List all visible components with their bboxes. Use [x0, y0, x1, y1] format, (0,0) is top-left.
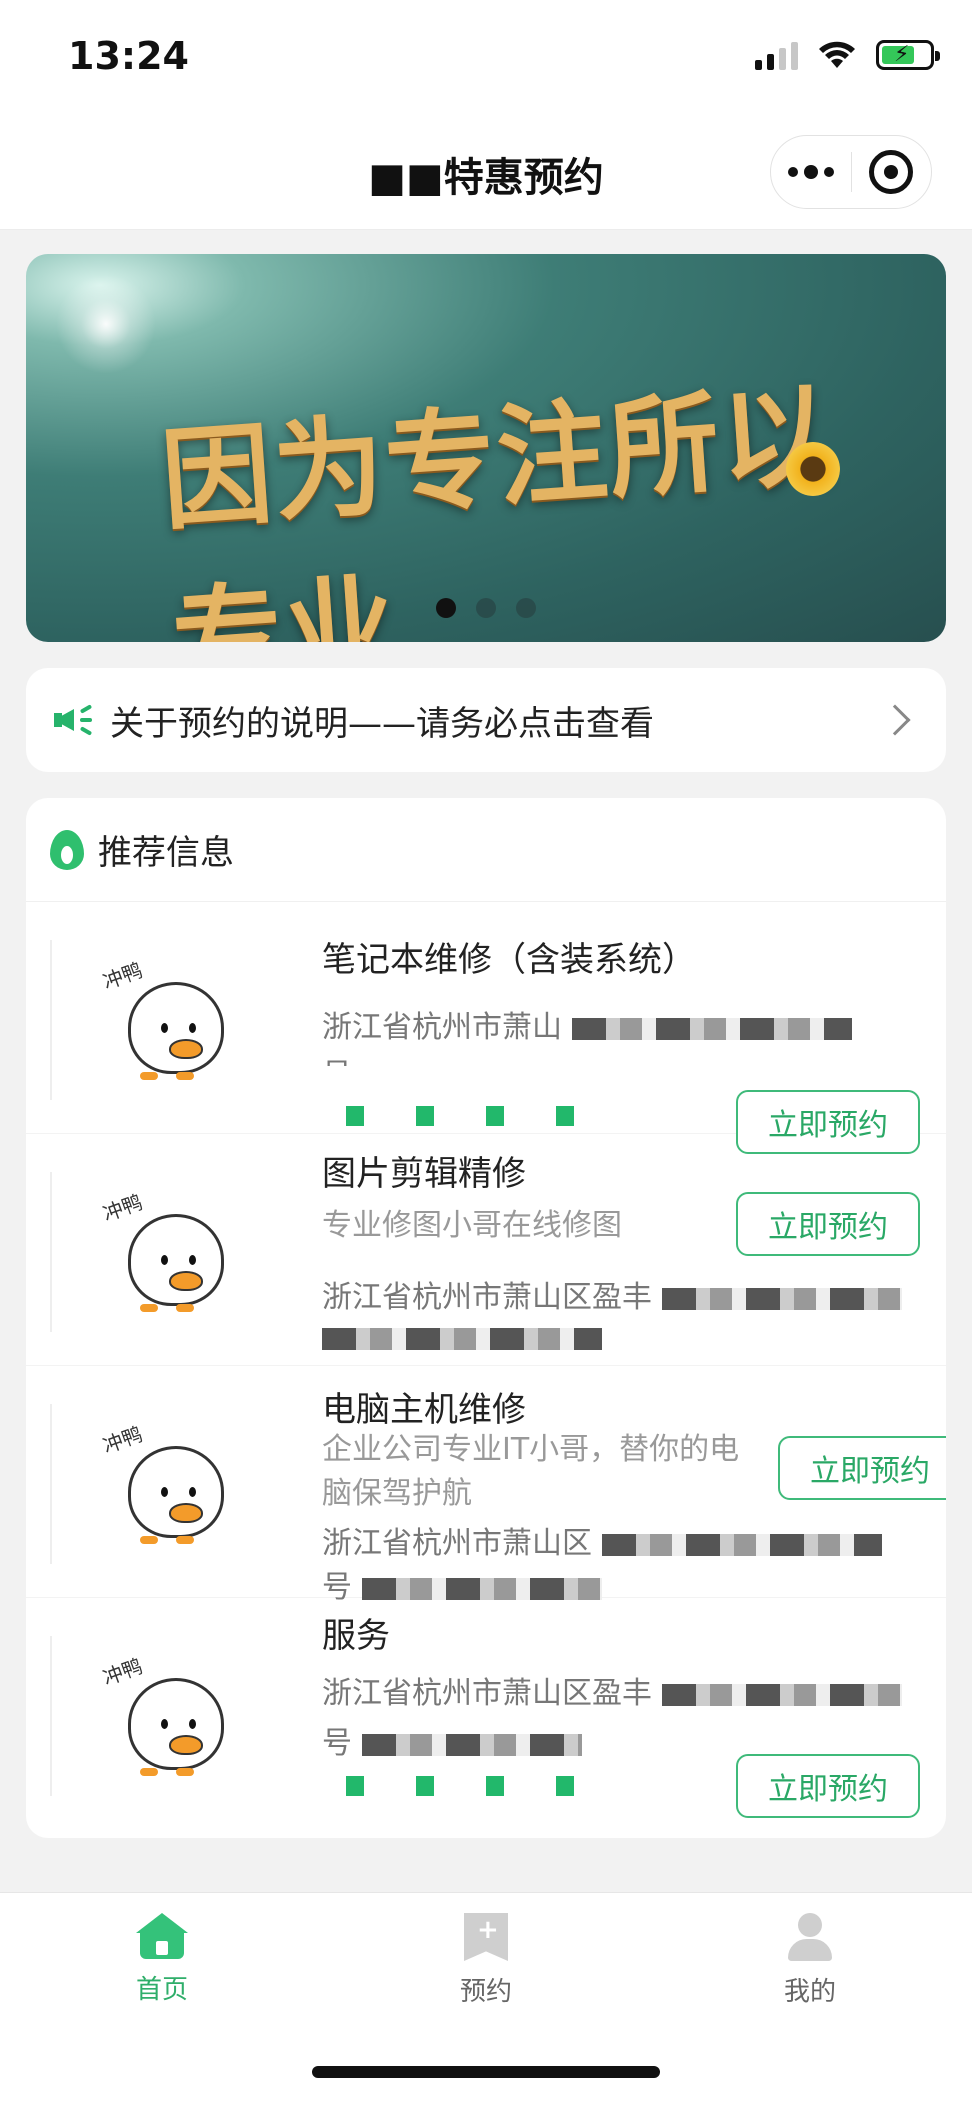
service-thumbnail: 冲鸭: [50, 1636, 260, 1796]
service-list-item[interactable]: 冲鸭 电脑主机维修 企业公司专业IT小哥，替你的电脑保驾护航 浙江省杭州市萧山区…: [26, 1366, 946, 1605]
redacted-contact: [346, 1106, 616, 1126]
carousel-indicator: [26, 598, 946, 618]
wifi-icon: [819, 41, 855, 68]
more-dot-icon: [803, 165, 818, 179]
carousel-dot[interactable]: [476, 598, 496, 618]
redacted-mosaic: [322, 1327, 602, 1350]
service-list-item[interactable]: 冲鸭 服务 浙江省杭州市萧山区盈丰 号 立即预约: [26, 1598, 946, 1830]
tab-label: 首页: [135, 1975, 188, 2005]
carousel-dot[interactable]: [516, 598, 536, 618]
user-icon: [786, 1913, 834, 1961]
redacted-mosaic: [361, 1733, 582, 1756]
redacted-mosaic: [361, 1577, 602, 1600]
tab-booking[interactable]: 预约: [386, 1913, 586, 2008]
service-address-line2: 号: [322, 1718, 582, 1762]
redacted-mosaic: [661, 1287, 902, 1310]
light-flare-decoration: [56, 274, 156, 374]
status-bar: 13:24 ⚡: [0, 0, 972, 115]
book-now-button[interactable]: 立即预约: [736, 1754, 920, 1818]
duck-cartoon-image: 冲鸭: [100, 1654, 232, 1786]
service-title: 笔记本维修（含装系统）: [322, 940, 696, 980]
tab-profile[interactable]: 我的: [710, 1913, 910, 2008]
bookmark-plus-icon: [464, 1913, 508, 1961]
service-address-line2: [322, 1320, 602, 1355]
notice-text: 关于预约的说明——请务必点击查看: [110, 703, 654, 744]
battery-icon: ⚡: [876, 40, 940, 70]
cellular-signal-icon: [755, 40, 798, 70]
banner-carousel[interactable]: 因为专注所以专业: [26, 254, 946, 642]
service-list-item[interactable]: 冲鸭 图片剪辑精修 专业修图小哥在线修图 浙江省杭州市萧山区盈丰 立即预约: [26, 1134, 946, 1366]
miniprogram-capsule: [770, 135, 932, 209]
target-circle-icon: [869, 150, 914, 194]
service-address-line2: 号: [322, 1050, 352, 1066]
service-title: 图片剪辑精修: [322, 1154, 526, 1194]
nav-header: ■■特惠预约: [0, 115, 972, 230]
sunflower-icon: [786, 442, 840, 496]
page: 13:24 ⚡ ■■特惠预约 因为专注所以专业 关于预约的说明——请务必点击查看…: [0, 0, 972, 2104]
redacted-mosaic: [661, 1683, 902, 1706]
carousel-dot-active[interactable]: [436, 598, 456, 618]
service-title: 电脑主机维修: [322, 1390, 526, 1430]
tab-label: 我的: [783, 1977, 836, 2007]
status-time: 13:24: [68, 34, 189, 78]
status-icons: ⚡: [755, 40, 940, 70]
redacted-mosaic: [571, 1017, 852, 1040]
duck-cartoon-image: 冲鸭: [100, 1422, 232, 1554]
service-description: 专业修图小哥在线修图: [322, 1208, 622, 1243]
duck-cartoon-image: 冲鸭: [100, 958, 232, 1090]
more-menu-button[interactable]: [771, 135, 851, 209]
book-now-button[interactable]: 立即预约: [778, 1436, 946, 1500]
service-address: 浙江省杭州市萧山区盈丰: [322, 1272, 902, 1316]
close-miniprogram-button[interactable]: [852, 135, 932, 209]
recommend-header: 推荐信息: [26, 798, 946, 902]
tab-home[interactable]: 首页: [62, 1913, 262, 2006]
tab-label: 预约: [459, 1977, 512, 2007]
book-now-button[interactable]: 立即预约: [736, 1192, 920, 1256]
home-icon: [136, 1913, 188, 1959]
duck-cartoon-image: 冲鸭: [100, 1190, 232, 1322]
service-thumbnail: 冲鸭: [50, 1404, 260, 1564]
booking-notice-link[interactable]: 关于预约的说明——请务必点击查看: [26, 668, 946, 772]
more-dot-icon: [787, 167, 798, 177]
service-thumbnail: 冲鸭: [50, 940, 260, 1100]
service-address: 浙江省杭州市萧山区: [322, 1518, 882, 1562]
service-address: 浙江省杭州市萧山区盈丰: [322, 1668, 902, 1712]
flame-icon: [50, 829, 84, 870]
service-list-item[interactable]: 冲鸭 笔记本维修（含装系统） 浙江省杭州市萧山 号 立即预约: [26, 902, 946, 1154]
home-indicator[interactable]: [312, 2066, 660, 2078]
speaker-icon: [54, 703, 94, 737]
service-address: 浙江省杭州市萧山: [322, 1002, 852, 1046]
chevron-right-icon: [879, 704, 911, 736]
redacted-contact: [346, 1776, 586, 1796]
service-description: 企业公司专业IT小哥，替你的电脑保驾护航: [322, 1432, 740, 1511]
service-title: 服务: [322, 1616, 390, 1656]
recommend-title: 推荐信息: [98, 833, 234, 873]
redacted-mosaic: [601, 1533, 882, 1556]
service-thumbnail: 冲鸭: [50, 1172, 260, 1332]
more-dot-icon: [823, 167, 834, 177]
recommend-section: 推荐信息 冲鸭 笔记本维修（含装系统） 浙江省杭州市萧山 号 立即预约 冲鸭: [26, 798, 946, 1838]
